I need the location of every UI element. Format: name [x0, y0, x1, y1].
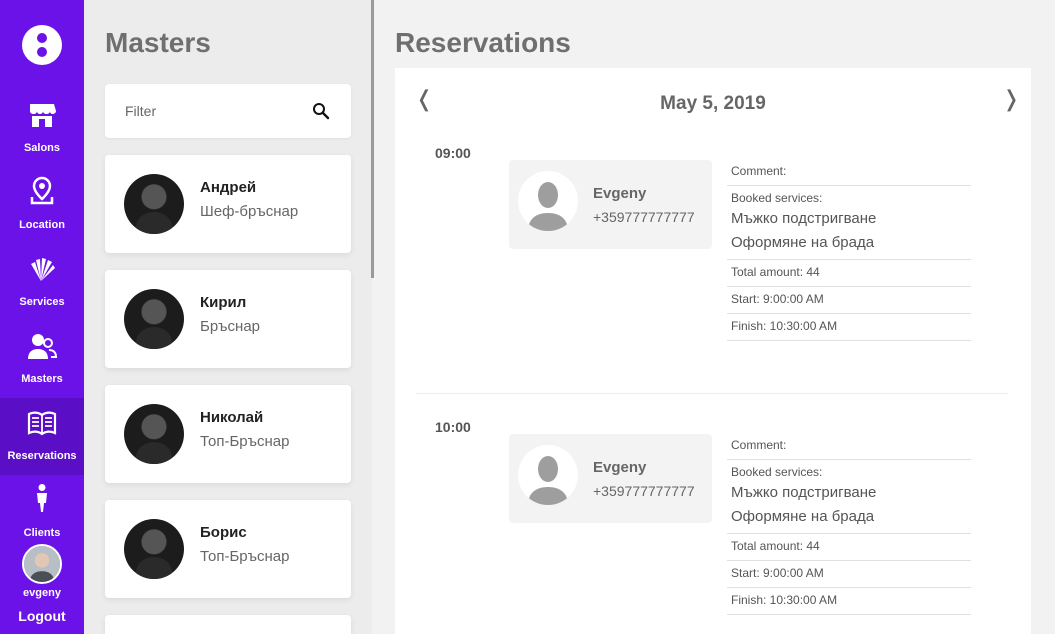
master-avatar — [124, 404, 184, 464]
sidebar: Salons Location Services Masters Reserva… — [0, 0, 84, 634]
client-card[interactable]: Evgeny +359777777777 — [509, 160, 712, 249]
client-phone: +359777777777 — [593, 483, 695, 499]
slot-time: 09:00 — [435, 145, 471, 161]
services-fan-icon — [31, 258, 55, 281]
slot-divider — [416, 393, 1008, 394]
location-pin-icon — [30, 176, 54, 205]
reservations-panel: Reservations ❬ May 5, 2019 ❭ 09:00 Evgen… — [374, 0, 1055, 634]
master-card[interactable] — [105, 615, 351, 634]
master-card[interactable]: Андрей Шеф-бръснар — [105, 155, 351, 253]
master-role: Топ-Бръснар — [200, 548, 290, 565]
slot-time: 10:00 — [435, 419, 471, 435]
default-avatar-icon — [528, 456, 568, 505]
master-avatar — [124, 289, 184, 349]
store-icon — [30, 104, 56, 127]
master-name: Андрей — [200, 179, 257, 196]
start-time: Start: 9:00:00 AM — [727, 561, 971, 588]
sidebar-item-label: Location — [19, 219, 65, 231]
sidebar-item-salons[interactable]: Salons — [0, 96, 84, 173]
person-icon — [37, 484, 47, 512]
comment-label: Comment: — [727, 159, 971, 186]
default-avatar-icon — [528, 182, 568, 231]
service-item: Мъжко подстригване — [731, 484, 877, 501]
sidebar-item-label: Masters — [21, 373, 63, 385]
client-name: Evgeny — [593, 185, 647, 202]
service-item: Оформяне на брада — [731, 234, 875, 251]
booked-services: Booked services: Мъжко подстригване Офор… — [727, 186, 971, 260]
masters-panel: Masters Андрей Шеф-бръснар Кирил Бръснар… — [84, 0, 372, 634]
search-icon[interactable] — [312, 102, 330, 120]
finish-time: Finish: 10:30:00 AM — [727, 588, 971, 615]
logout-button[interactable]: Logout — [0, 608, 84, 624]
client-avatar — [518, 445, 578, 505]
client-name: Evgeny — [593, 459, 647, 476]
total-amount: Total amount: 44 — [727, 260, 971, 287]
total-amount: Total amount: 44 — [727, 534, 971, 561]
booked-services: Booked services: Мъжко подстригване Офор… — [727, 460, 971, 534]
reservation-details: Comment: Booked services: Мъжко подстриг… — [727, 433, 971, 615]
sidebar-item-label: Reservations — [7, 450, 77, 462]
services-label: Booked services: — [731, 465, 823, 479]
master-name: Николай — [200, 409, 264, 426]
reservations-title: Reservations — [395, 27, 571, 58]
master-avatar — [124, 519, 184, 579]
book-icon — [27, 411, 57, 436]
sidebar-item-location[interactable]: Location — [0, 173, 84, 250]
sidebar-item-masters[interactable]: Masters — [0, 327, 84, 404]
master-name: Кирил — [200, 294, 247, 311]
sidebar-item-reservations[interactable]: Reservations — [0, 398, 84, 475]
start-time: Start: 9:00:00 AM — [727, 287, 971, 314]
master-role: Шеф-бръснар — [200, 203, 299, 220]
services-label: Booked services: — [731, 191, 823, 205]
sidebar-item-label: Salons — [23, 142, 61, 154]
user-avatar[interactable] — [22, 544, 62, 584]
master-card[interactable]: Кирил Бръснар — [105, 270, 351, 368]
service-item: Оформяне на брада — [731, 508, 875, 525]
comment-label: Comment: — [727, 433, 971, 460]
master-role: Топ-Бръснар — [200, 433, 290, 450]
next-day-button[interactable]: ❭ — [1002, 86, 1020, 112]
master-card[interactable]: Борис Топ-Бръснар — [105, 500, 351, 598]
master-role: Бръснар — [200, 318, 261, 335]
filter-input[interactable] — [125, 100, 305, 122]
user-photo-icon — [24, 546, 60, 582]
app-logo[interactable] — [22, 25, 62, 65]
reservations-calendar: ❬ May 5, 2019 ❭ 09:00 Evgeny +3597777777… — [395, 68, 1031, 634]
current-date: May 5, 2019 — [660, 93, 766, 114]
master-name: Борис — [200, 524, 247, 541]
sidebar-item-services[interactable]: Services — [0, 250, 84, 327]
client-phone: +359777777777 — [593, 209, 695, 225]
master-card[interactable]: Николай Топ-Бръснар — [105, 385, 351, 483]
sidebar-item-label: Clients — [23, 527, 61, 539]
master-avatar — [124, 174, 184, 234]
service-item: Мъжко подстригване — [731, 210, 877, 227]
client-avatar — [518, 171, 578, 231]
masters-title: Masters — [105, 27, 211, 58]
sidebar-item-label: Services — [19, 296, 65, 308]
filter-box — [105, 84, 351, 138]
finish-time: Finish: 10:30:00 AM — [727, 314, 971, 341]
username: evgeny — [23, 587, 61, 599]
reservation-details: Comment: Booked services: Мъжко подстриг… — [727, 159, 971, 341]
users-icon — [28, 334, 57, 359]
client-card[interactable]: Evgeny +359777777777 — [509, 434, 712, 523]
